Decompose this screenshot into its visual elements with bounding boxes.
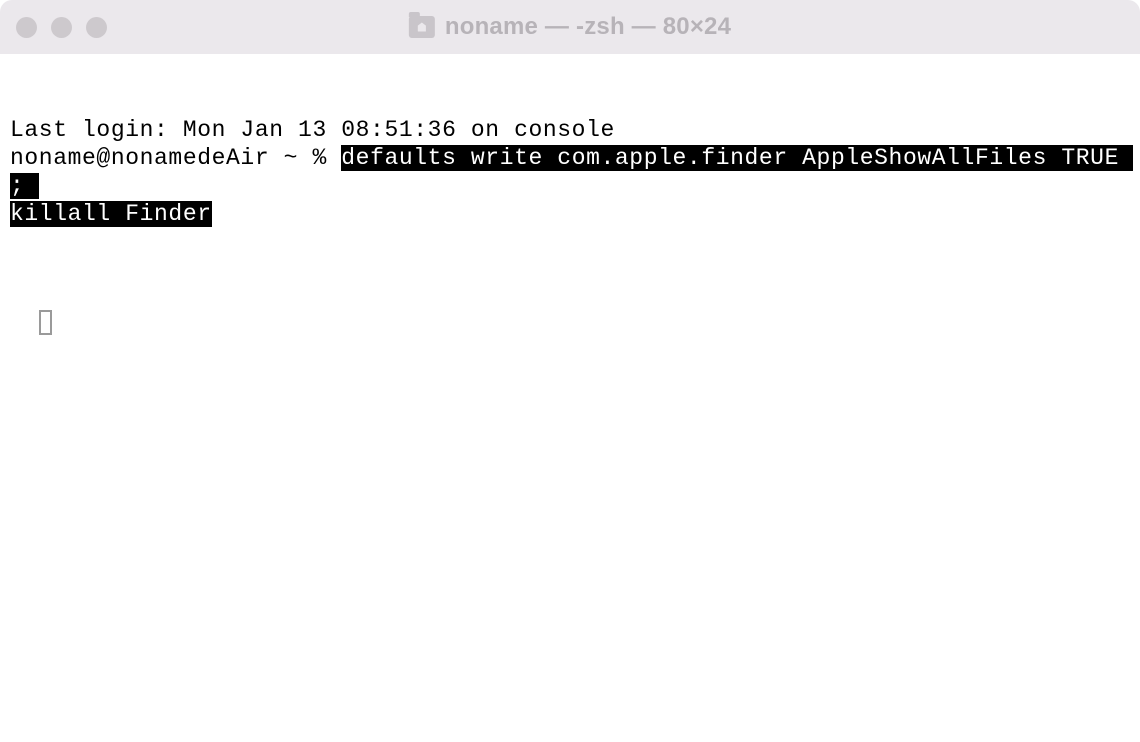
shell-prompt: noname@nonamedeAir ~ % [10,145,341,171]
terminal-cursor [39,310,52,335]
minimize-window-button[interactable] [51,17,72,38]
selected-command-segment-2[interactable]: killall Finder [10,201,212,227]
traffic-lights [16,17,107,38]
close-window-button[interactable] [16,17,37,38]
window-title-text: noname — -zsh — 80×24 [445,13,731,41]
folder-icon [409,16,435,38]
window-titlebar[interactable]: noname — -zsh — 80×24 [0,0,1140,54]
fullscreen-window-button[interactable] [86,17,107,38]
terminal-content[interactable]: Last login: Mon Jan 13 08:51:36 on conso… [0,54,1140,341]
last-login-line: Last login: Mon Jan 13 08:51:36 on conso… [10,116,1130,144]
window-title-group: noname — -zsh — 80×24 [409,13,731,41]
